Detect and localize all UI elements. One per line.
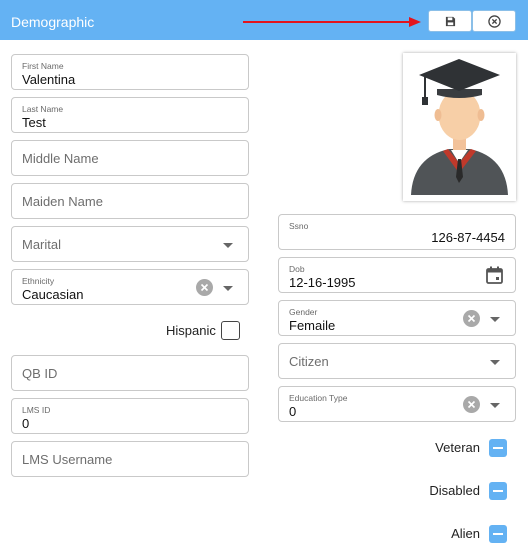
alien-toggle[interactable] [489,525,507,543]
education-type-value: 0 [289,404,297,419]
disabled-toggle[interactable] [489,482,507,500]
education-type-select[interactable]: Education Type 0 [278,386,516,422]
maiden-name-field[interactable]: Maiden Name [11,183,249,219]
dob-label: Dob [289,264,305,274]
hispanic-label: Hispanic [166,323,216,338]
qb-id-placeholder: QB ID [22,366,58,381]
first-name-value: Valentina [22,72,76,87]
caret-down-icon[interactable] [490,317,500,322]
graduate-avatar [411,59,508,195]
ssno-label: Ssno [289,221,309,231]
citizen-placeholder: Citizen [289,354,329,369]
ssno-value: 126-87-4454 [431,230,505,245]
profile-photo[interactable] [403,53,516,201]
first-name-field[interactable]: First Name Valentina [11,54,249,90]
marital-placeholder: Marital [22,237,62,252]
ethnicity-label: Ethnicity [22,276,55,286]
ethnicity-value: Caucasian [22,287,84,302]
clear-icon[interactable] [196,279,213,296]
header-bar: Demographic [0,0,528,40]
save-button[interactable] [428,10,472,32]
lms-username-placeholder: LMS Username [22,452,113,467]
close-icon [487,14,501,28]
ssno-field[interactable]: Ssno 126-87-4454 [278,214,516,250]
last-name-field[interactable]: Last Name Test [11,97,249,133]
middle-name-field[interactable]: Middle Name [11,140,249,176]
education-type-label: Education Type [289,393,348,403]
calendar-icon[interactable] [486,266,503,284]
lms-username-field[interactable]: LMS Username [11,441,249,477]
gender-select[interactable]: Gender Femaile [278,300,516,336]
caret-down-icon[interactable] [223,243,233,248]
close-button[interactable] [472,10,516,32]
hispanic-checkbox[interactable] [221,321,240,340]
qb-id-field[interactable]: QB ID [11,355,249,391]
gender-value: Femaile [289,318,336,333]
last-name-value: Test [22,115,46,130]
clear-icon[interactable] [463,396,480,413]
red-arrow-annotation [243,17,421,27]
lms-id-field[interactable]: LMS ID 0 [11,398,249,434]
lms-id-label: LMS ID [22,405,51,415]
header-title: Demographic [11,14,95,30]
disabled-label: Disabled [429,483,480,498]
veteran-label: Veteran [435,440,480,455]
marital-select[interactable]: Marital [11,226,249,262]
middle-name-placeholder: Middle Name [22,151,99,166]
dob-field[interactable]: Dob 12-16-1995 [278,257,516,293]
gender-label: Gender [289,307,318,317]
veteran-toggle[interactable] [489,439,507,457]
caret-down-icon[interactable] [490,403,500,408]
caret-down-icon[interactable] [490,360,500,365]
save-icon [445,16,455,26]
citizen-select[interactable]: Citizen [278,343,516,379]
caret-down-icon[interactable] [223,286,233,291]
lms-id-value: 0 [22,416,30,431]
maiden-name-placeholder: Maiden Name [22,194,103,209]
alien-label: Alien [451,526,480,541]
first-name-label: First Name [22,61,64,71]
dob-value: 12-16-1995 [289,275,356,290]
ethnicity-select[interactable]: Ethnicity Caucasian [11,269,249,305]
clear-icon[interactable] [463,310,480,327]
last-name-label: Last Name [22,104,64,114]
